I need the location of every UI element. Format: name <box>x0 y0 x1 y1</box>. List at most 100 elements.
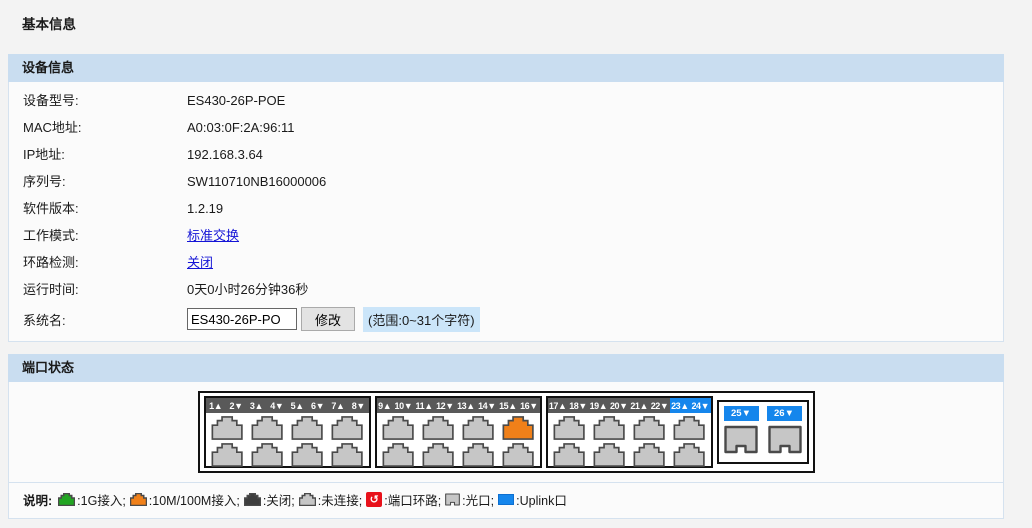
port-label: 19▲ <box>590 401 608 411</box>
port-label: 17▲ <box>549 401 567 411</box>
port-label: 8▼ <box>352 401 365 411</box>
rj45-port-icon <box>299 493 316 506</box>
rj45-port-icon <box>553 443 585 467</box>
port-group-2-header: 9▲10▼11▲12▼13▲14▼15▲16▼ <box>377 398 540 413</box>
uplink-color-swatch <box>498 494 514 505</box>
mac-address-value: A0:03:0F:2A:96:11 <box>187 120 294 135</box>
software-version-label: 软件版本: <box>23 195 187 222</box>
work-mode-label: 工作模式: <box>23 222 187 249</box>
port-group-1-header: 1▲2▼3▲4▼5▲6▼7▲8▼ <box>206 398 369 413</box>
row-work-mode: 工作模式:标准交换 <box>23 222 1003 249</box>
port-labels: 9▲10▼11▲12▼13▲14▼15▲16▼ <box>377 398 540 413</box>
port-icons <box>206 413 369 469</box>
rj45-port-icon <box>593 443 625 467</box>
uplink-port-label: 24▼ <box>691 401 709 411</box>
port-group-1: 1▲2▼3▲4▼5▲6▼7▲8▼ <box>204 396 371 468</box>
modify-button[interactable]: 修改 <box>301 307 355 331</box>
uplink-port-label: 23▲ <box>671 401 689 411</box>
sfp-port-icon <box>445 493 460 506</box>
row-mac-address: MAC地址:A0:03:0F:2A:96:11 <box>23 114 1003 141</box>
system-name-input[interactable] <box>187 308 297 330</box>
uptime-label: 运行时间: <box>23 276 187 303</box>
legend-item-text: :关闭; <box>263 490 295 509</box>
port-label: 15▲ <box>499 401 517 411</box>
row-software-version: 软件版本:1.2.19 <box>23 195 1003 222</box>
device-info-header: 设备信息 <box>8 54 1004 82</box>
port-label: 7▲ <box>331 401 344 411</box>
rj45-port-icon <box>502 443 534 467</box>
rj45-port-icon <box>331 416 363 440</box>
rj45-port-icon <box>553 416 585 440</box>
port-label: 2▼ <box>230 401 243 411</box>
row-uptime: 运行时间:0天0小时26分钟36秒 <box>23 276 1003 303</box>
row-loop-detect: 环路检测:关闭 <box>23 249 1003 276</box>
port-labels: 17▲18▼19▲20▼21▲22▼ <box>548 398 670 413</box>
rj45-port-icon <box>422 416 454 440</box>
rj45-port-icon <box>251 443 283 467</box>
port-label: 16▼ <box>520 401 538 411</box>
port-label: 10▼ <box>395 401 413 411</box>
legend-title: 说明: <box>23 490 52 509</box>
rj45-port-icon <box>211 416 243 440</box>
row-serial-number: 序列号:SW110710NB16000006 <box>23 168 1003 195</box>
rj45-port-icon <box>462 443 494 467</box>
port-group-3-header: 17▲18▼19▲20▼21▲22▼23▲24▼ <box>548 398 711 413</box>
system-name-label: 系统名: <box>23 310 187 329</box>
port-label: 14▼ <box>478 401 496 411</box>
legend-item-text: :10M/100M接入; <box>149 490 240 509</box>
device-info-panel: 设备信息 设备型号:ES430-26P-POE MAC地址:A0:03:0F:2… <box>8 54 1004 342</box>
port-group-3: 17▲18▼19▲20▼21▲22▼23▲24▼ <box>546 396 713 468</box>
port-label: 6▼ <box>311 401 324 411</box>
port-label: 12▼ <box>436 401 454 411</box>
serial-number-label: 序列号: <box>23 168 187 195</box>
port-loop-icon: ↺ <box>366 492 382 507</box>
legend-item: :关闭; <box>242 490 295 509</box>
rj45-port-icon <box>291 443 323 467</box>
port-group-2: 9▲10▼11▲12▼13▲14▼15▲16▼ <box>375 396 542 468</box>
port-label: 18▼ <box>569 401 587 411</box>
legend-item-text: :光口; <box>462 490 494 509</box>
device-model-value: ES430-26P-POE <box>187 93 285 108</box>
row-system-name: 系统名: 修改 (范围:0~31个字符) <box>23 303 1003 335</box>
port-label: 5▲ <box>291 401 304 411</box>
legend-item: :光口; <box>443 490 494 509</box>
rj45-port-icon <box>244 493 261 506</box>
rj45-port-icon <box>462 416 494 440</box>
sfp-port-group: 25▼ 26▼ <box>717 400 809 464</box>
legend-item-text: :Uplink口 <box>516 490 567 509</box>
port-label: 9▲ <box>378 401 391 411</box>
rj45-port-icon <box>58 493 75 506</box>
serial-number-value: SW110710NB16000006 <box>187 174 326 189</box>
rj45-port-icon <box>422 443 454 467</box>
work-mode-link[interactable]: 标准交换 <box>187 228 239 243</box>
rj45-port-icon <box>502 416 534 440</box>
rj45-port-icon <box>291 416 323 440</box>
rj45-port-icon <box>130 493 147 506</box>
rj45-port-icon <box>673 443 705 467</box>
switch-port-diagram: 1▲2▼3▲4▼5▲6▼7▲8▼ 9▲10▼11▲12▼13▲14▼15▲16▼… <box>198 391 815 473</box>
uplink-port-labels: 23▲24▼ <box>670 398 711 413</box>
row-device-model: 设备型号:ES430-26P-POE <box>23 87 1003 114</box>
legend-item: :1G接入; <box>56 490 126 509</box>
port-status-header: 端口状态 <box>8 354 1004 382</box>
loop-detect-link[interactable]: 关闭 <box>187 255 213 270</box>
rj45-port-icon <box>382 416 414 440</box>
page-title: 基本信息 <box>0 0 1032 54</box>
rj45-port-icon <box>593 416 625 440</box>
sfp-port-label: 25▼ <box>724 406 759 421</box>
legend: 说明: :1G接入; :10M/100M接入; :关闭; :未连接;↺:端口环路… <box>9 482 1003 518</box>
ip-address-label: IP地址: <box>23 141 187 168</box>
rj45-port-icon <box>382 443 414 467</box>
port-label: 4▼ <box>270 401 283 411</box>
port-label: 3▲ <box>250 401 263 411</box>
sfp-port-label: 26▼ <box>767 406 802 421</box>
device-info-body: 设备型号:ES430-26P-POE MAC地址:A0:03:0F:2A:96:… <box>8 82 1004 342</box>
port-status-panel: 端口状态 1▲2▼3▲4▼5▲6▼7▲8▼ 9▲10▼11▲12▼13▲14▼1… <box>8 354 1004 519</box>
rj45-port-icon <box>633 443 665 467</box>
port-icons <box>377 413 540 469</box>
port-label: 11▲ <box>416 401 433 411</box>
port-label: 22▼ <box>651 401 669 411</box>
rj45-port-icon <box>331 443 363 467</box>
sfp-port-icon <box>768 425 802 454</box>
legend-item-text: :端口环路; <box>384 490 441 509</box>
